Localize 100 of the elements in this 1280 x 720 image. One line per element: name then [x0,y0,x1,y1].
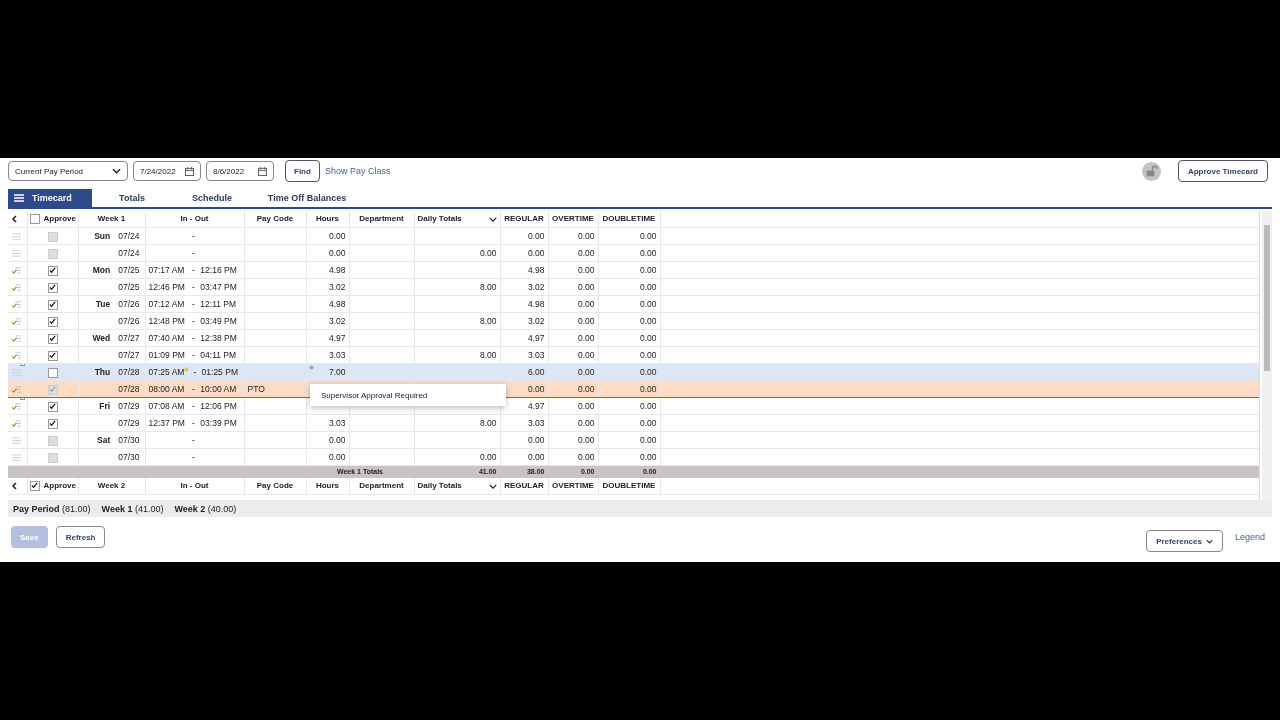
chevron-down-icon[interactable] [488,216,497,222]
checkbox[interactable] [29,480,40,491]
time-in[interactable]: 07:40 AM [148,332,187,344]
column-header: Daily Totals [417,480,462,492]
hours-cell: 3.03 [328,350,346,360]
table-cell: 0.00 [577,367,595,377]
unlock-icon[interactable] [1141,161,1161,181]
time-in[interactable]: 07:17 AM [148,264,187,276]
tab[interactable]: Schedule [172,189,252,207]
column-header: REGULAR [500,477,548,495]
date-label: 07/24 [118,247,140,259]
date-label: 07/24 [118,230,140,242]
table-cell: 0.00 [639,299,657,309]
checkbox[interactable] [47,418,58,429]
hours-cell: 0.00 [328,231,346,241]
checkbox[interactable] [47,299,58,310]
daily-total-cell: 8.00 [479,350,497,360]
pay-period-dropdown[interactable]: Current Pay Period [8,161,128,181]
show-pay-class-link[interactable]: Show Pay Class [324,166,391,176]
day-label: Wed [92,332,111,344]
table-cell: 4.97 [527,333,545,343]
refresh-button[interactable]: Refresh [55,526,106,548]
time-out[interactable]: 01:25 PM [201,366,241,378]
checkbox[interactable] [47,401,58,412]
end-date-field[interactable]: 8/6/2022 [206,161,274,181]
time-out[interactable]: 12:06 PM [200,400,241,412]
table-cell: 0.00 [639,316,657,326]
table-cell: 6.00 [527,367,545,377]
time-out[interactable]: 03:49 PM [200,315,241,327]
daily-total-cell: 8.00 [479,282,497,292]
table-cell: 0.00 [639,401,657,411]
daily-total-cell: 0.00 [479,452,497,462]
checkbox[interactable] [47,333,58,344]
table-cell: 3.02 [527,316,545,326]
table-cell: 0.00 [639,282,657,292]
hours-cell: 4.98 [328,299,346,309]
time-in[interactable]: 12:37 PM [148,417,187,429]
time-in[interactable]: 07:12 AM [148,298,187,310]
summary-total: Week 2 (40.00) [174,503,237,514]
chevron-down-icon [112,168,121,174]
column-header: Department [349,477,414,495]
date-label: 07/27 [118,349,140,361]
table-cell: 0.00 [577,384,595,394]
column-header: Department [349,211,414,228]
time-out[interactable]: 12:38 PM [200,332,241,344]
table-cell: 0.00 [527,435,545,445]
time-in[interactable]: 12:48 PM [148,315,187,327]
checkbox[interactable] [47,282,58,293]
checkbox[interactable] [47,265,58,276]
find-button[interactable]: Find [285,160,320,182]
day-label: Mon [92,264,111,276]
table-cell: 3.02 [527,282,545,292]
legend-link[interactable]: Legend [1234,532,1265,542]
column-header: Approve [43,214,76,223]
time-in[interactable]: 07:08 AM [148,400,187,412]
approve-timecard-button[interactable]: Approve Timecard [1177,160,1268,182]
time-out[interactable]: 12:11 PM [200,298,241,310]
time-in[interactable]: 01:09 PM [148,349,187,361]
column-header: Hours [306,211,349,228]
collapse-icon[interactable] [11,481,17,490]
checkbox[interactable] [47,350,58,361]
column-header: Approve [43,481,76,490]
time-out[interactable]: 12:16 PM [200,264,241,276]
time-separator: - [191,417,196,429]
checkbox[interactable] [29,213,40,224]
tab[interactable]: Time Off Balances [252,189,362,207]
collapse-icon[interactable] [11,214,17,223]
time-out[interactable]: 03:47 PM [200,281,241,293]
time-separator: - [191,383,196,395]
column-header: REGULAR [500,211,548,228]
hours-cell: 0.00 [328,452,346,462]
daily-total-cell: 0.00 [479,248,497,258]
date-label: 07/26 [118,315,140,327]
hours-cell: 0.00 [328,248,346,258]
time-out[interactable]: 03:39 PM [200,417,241,429]
day-label: Thu [94,366,111,378]
preferences-button[interactable]: Preferences [1146,530,1223,552]
time-separator: - [191,281,196,293]
time-separator: - [191,298,196,310]
checkbox[interactable] [47,367,58,378]
start-date-field[interactable]: 7/24/2022 [133,161,201,181]
table-cell: 0.00 [639,418,657,428]
time-in[interactable]: 12:46 PM [148,281,187,293]
column-header: DOUBLETIME [598,211,660,228]
checkbox[interactable] [47,316,58,327]
table-cell: 0.00 [577,265,595,275]
table-cell: 0.00 [639,384,657,394]
tab[interactable]: Timecard [8,189,92,207]
table-cell: 0.00 [639,333,657,343]
time-separator: - [191,349,196,361]
time-out[interactable]: 04:11 PM [200,349,241,361]
hours-cell: 3.03 [328,418,346,428]
summary-total: Week 1 (41.00) [101,503,164,514]
tab[interactable]: Totals [92,189,172,207]
date-label: 07/25 [118,281,140,293]
scrollbar[interactable] [1262,211,1272,500]
hours-cell: 0.00 [328,435,346,445]
hours-cell: 4.98 [328,265,346,275]
chevron-down-icon[interactable] [488,483,497,489]
time-in[interactable]: 07:25 AM [148,366,186,378]
